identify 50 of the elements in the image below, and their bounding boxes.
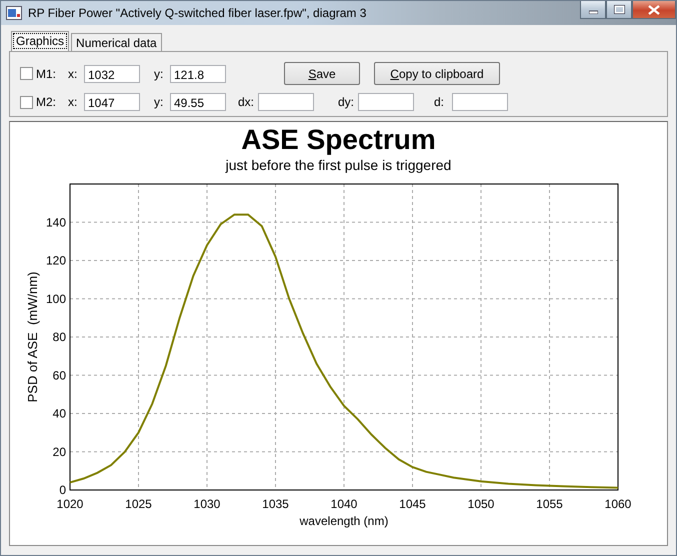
delta-field[interactable] (258, 93, 314, 111)
save-button[interactable]: Save (284, 62, 360, 85)
chart-subtitle: just before the first pulse is triggered (226, 156, 452, 174)
y-field[interactable]: 49.55 (170, 93, 226, 111)
x-tick-label: 1025 (124, 497, 152, 511)
y-tick-label: 100 (45, 292, 66, 306)
delta-field[interactable] (358, 93, 414, 111)
checkbox[interactable] (20, 67, 33, 80)
x-tick-label: 1045 (398, 497, 426, 511)
x-field[interactable]: 1047 (84, 93, 140, 111)
maximize-button[interactable] (606, 1, 632, 19)
minimize-button[interactable] (580, 1, 606, 19)
y-field[interactable]: 121.8 (170, 64, 226, 82)
y-tick-label: 140 (45, 215, 66, 230)
y-tick-label: 40 (52, 406, 66, 420)
x-tick-label: 1055 (536, 497, 562, 511)
y-tick-label: 0 (58, 483, 66, 497)
delta-label: dy: (338, 95, 356, 109)
tab[interactable]: Numerical data (71, 33, 162, 51)
x-tick-label: 1030 (193, 497, 220, 511)
maximize-icon (614, 5, 624, 14)
y-tick-label: 60 (52, 368, 66, 382)
close-button[interactable] (632, 1, 676, 19)
y-axis-label: PSD of ASE (mW/nm) (24, 272, 40, 402)
delta-label: d: (434, 95, 446, 109)
x-label: x: (68, 66, 78, 80)
checkbox[interactable] (20, 96, 33, 108)
x-label: x: (68, 95, 78, 109)
tab[interactable]: Graphics (11, 31, 70, 51)
window-title: RP Fiber Power "Actively Q-switched fiber laser.fpw", diagram 3 (28, 6, 368, 20)
x-field[interactable]: 1032 (84, 64, 140, 82)
y-tick-label: 120 (45, 254, 66, 268)
y-label: y: (153, 95, 164, 109)
close-icon (648, 4, 660, 14)
copy-button[interactable]: Copy to clipboard (374, 62, 500, 85)
y-tick-label: 80 (52, 330, 66, 344)
y-label: y: (153, 66, 164, 80)
x-tick-label: 1040 (330, 497, 357, 511)
x-axis-label: wavelength (nm) (299, 514, 388, 528)
chart-title: ASE Spectrum (241, 124, 436, 156)
x-tick-label: 1035 (262, 497, 288, 511)
x-tick-label: 1050 (467, 497, 494, 511)
app-icon (6, 6, 22, 20)
x-tick-label: 1020 (56, 497, 83, 511)
x-tick-label: 1060 (604, 497, 631, 511)
marker-label: M2: (36, 95, 58, 109)
y-tick-label: 20 (52, 444, 66, 459)
delta-field[interactable] (452, 93, 508, 111)
marker-label: M1: (36, 66, 58, 80)
delta-label: dx: (237, 95, 256, 109)
